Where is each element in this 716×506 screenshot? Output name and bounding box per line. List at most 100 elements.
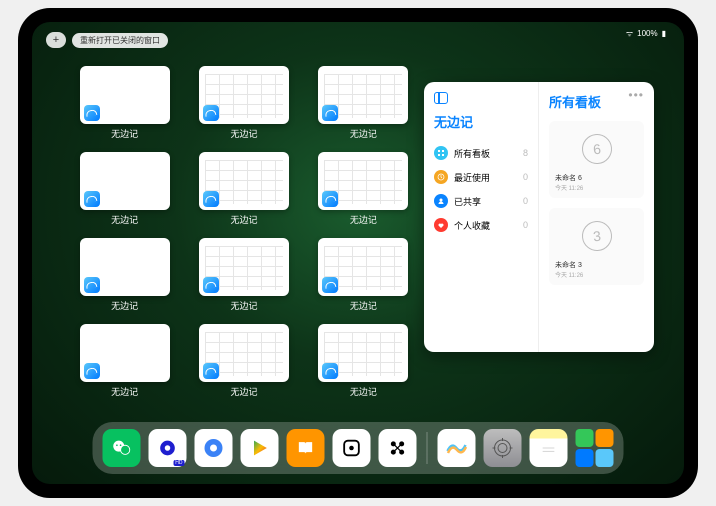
battery-icon: ▮: [662, 29, 666, 38]
window-tile[interactable]: 无边记: [313, 152, 414, 226]
window-tile[interactable]: 无边记: [193, 152, 294, 226]
window-thumbnail[interactable]: [318, 152, 408, 210]
window-tile[interactable]: 无边记: [193, 238, 294, 312]
freeform-app-icon: [203, 191, 219, 207]
window-label: 无边记: [111, 213, 138, 226]
window-label: 无边记: [350, 127, 377, 140]
window-label: 无边记: [350, 385, 377, 398]
window-thumbnail[interactable]: [318, 324, 408, 382]
freeform-app-icon: [84, 191, 100, 207]
board-thumbnail: 3: [555, 214, 638, 258]
clock-icon: [434, 170, 448, 184]
window-tile[interactable]: 无边记: [74, 324, 175, 398]
window-tile[interactable]: 无边记: [74, 152, 175, 226]
sidebar-item-heart[interactable]: 个人收藏 0: [434, 213, 528, 237]
dock-app-notes[interactable]: [530, 429, 568, 467]
window-label: 无边记: [230, 385, 257, 398]
dock-app-dice[interactable]: [333, 429, 371, 467]
window-tile[interactable]: 无边记: [313, 324, 414, 398]
sidebar-item-label: 已共享: [454, 195, 481, 208]
window-label: 无边记: [230, 127, 257, 140]
window-thumbnail[interactable]: [199, 238, 289, 296]
window-thumbnail[interactable]: [80, 324, 170, 382]
more-icon[interactable]: •••: [628, 88, 644, 102]
top-left-controls: + 重新打开已关闭的窗口: [46, 32, 168, 48]
battery-pct: 100%: [637, 29, 657, 38]
window-label: 无边记: [111, 385, 138, 398]
window-tile[interactable]: 无边记: [193, 324, 294, 398]
ipad-frame: ᯤ 100% ▮ + 重新打开已关闭的窗口 无边记无边记无边记无边记无边记无边记…: [18, 8, 698, 498]
board-name: 未命名 6: [555, 173, 638, 183]
screen: ᯤ 100% ▮ + 重新打开已关闭的窗口 无边记无边记无边记无边记无边记无边记…: [32, 22, 684, 484]
board-card[interactable]: 6 未命名 6今天 11:26: [549, 121, 644, 198]
sidebar-item-count: 0: [523, 196, 528, 206]
sidebar-item-clock[interactable]: 最近使用 0: [434, 165, 528, 189]
app-switcher-grid: 无边记无边记无边记无边记无边记无边记无边记无边记无边记无边记无边记无边记: [74, 66, 414, 398]
people-icon: [434, 194, 448, 208]
sidebar-item-label: 所有看板: [454, 147, 490, 160]
window-thumbnail[interactable]: [199, 324, 289, 382]
reopen-closed-window-button[interactable]: 重新打开已关闭的窗口: [72, 33, 168, 48]
dock-app-library[interactable]: [576, 429, 614, 467]
dock-app-wechat[interactable]: [103, 429, 141, 467]
board-timestamp: 今天 11:26: [555, 270, 638, 279]
sidebar-item-grid[interactable]: 所有看板 8: [434, 141, 528, 165]
freeform-app-icon: [322, 191, 338, 207]
sidebar-item-people[interactable]: 已共享 0: [434, 189, 528, 213]
sidebar-item-count: 0: [523, 172, 528, 182]
dock-app-connect[interactable]: [379, 429, 417, 467]
freeform-app-icon: [322, 105, 338, 121]
dock-separator: [427, 432, 428, 464]
freeform-app-icon: [322, 277, 338, 293]
window-tile[interactable]: 无边记: [313, 238, 414, 312]
sidebar-toggle-icon[interactable]: [434, 92, 448, 104]
dock-app-play[interactable]: [241, 429, 279, 467]
grid-icon: [434, 146, 448, 160]
window-thumbnail[interactable]: [199, 66, 289, 124]
sidebar-item-label: 个人收藏: [454, 219, 490, 232]
new-window-button[interactable]: +: [46, 32, 66, 48]
window-thumbnail[interactable]: [80, 238, 170, 296]
wifi-icon: ᯤ: [626, 28, 633, 39]
window-thumbnail[interactable]: [318, 238, 408, 296]
freeform-app-icon: [84, 105, 100, 121]
freeform-app-icon: [203, 277, 219, 293]
window-tile[interactable]: 无边记: [74, 66, 175, 140]
freeform-app-icon: [203, 105, 219, 121]
board-name: 未命名 3: [555, 260, 638, 270]
window-label: 无边记: [230, 213, 257, 226]
board-thumbnail: 6: [555, 127, 638, 171]
window-thumbnail[interactable]: [199, 152, 289, 210]
sidebar-item-label: 最近使用: [454, 171, 490, 184]
dock-app-quark-hd[interactable]: HD: [149, 429, 187, 467]
dock-app-freeform[interactable]: [438, 429, 476, 467]
panel-sidebar: 无边记 所有看板 8 最近使用 0 已共享 0 个人收藏 0: [424, 82, 539, 352]
window-thumbnail[interactable]: [318, 66, 408, 124]
sidebar-item-count: 0: [523, 220, 528, 230]
dock-app-books[interactable]: [287, 429, 325, 467]
window-label: 无边记: [230, 299, 257, 312]
panel-left-title: 无边记: [434, 112, 528, 131]
window-label: 无边记: [111, 127, 138, 140]
window-thumbnail[interactable]: [80, 66, 170, 124]
window-label: 无边记: [350, 299, 377, 312]
sidebar-item-count: 8: [523, 148, 528, 158]
freeform-app-icon: [84, 363, 100, 379]
freeform-panel[interactable]: 无边记 所有看板8最近使用0已共享0个人收藏0 ••• 所有看板 6未命名 6今…: [424, 82, 654, 352]
dock-app-quark[interactable]: [195, 429, 233, 467]
window-tile[interactable]: 无边记: [313, 66, 414, 140]
window-label: 无边记: [111, 299, 138, 312]
board-timestamp: 今天 11:26: [555, 183, 638, 192]
window-tile[interactable]: 无边记: [74, 238, 175, 312]
dock-app-settings[interactable]: [484, 429, 522, 467]
panel-content: ••• 所有看板 6未命名 6今天 11:263未命名 3今天 11:26: [539, 82, 654, 352]
heart-icon: [434, 218, 448, 232]
freeform-app-icon: [84, 277, 100, 293]
status-bar: ᯤ 100% ▮: [626, 28, 666, 39]
freeform-app-icon: [203, 363, 219, 379]
window-label: 无边记: [350, 213, 377, 226]
window-thumbnail[interactable]: [80, 152, 170, 210]
board-card[interactable]: 3 未命名 3今天 11:26: [549, 208, 644, 285]
freeform-app-icon: [322, 363, 338, 379]
window-tile[interactable]: 无边记: [193, 66, 294, 140]
